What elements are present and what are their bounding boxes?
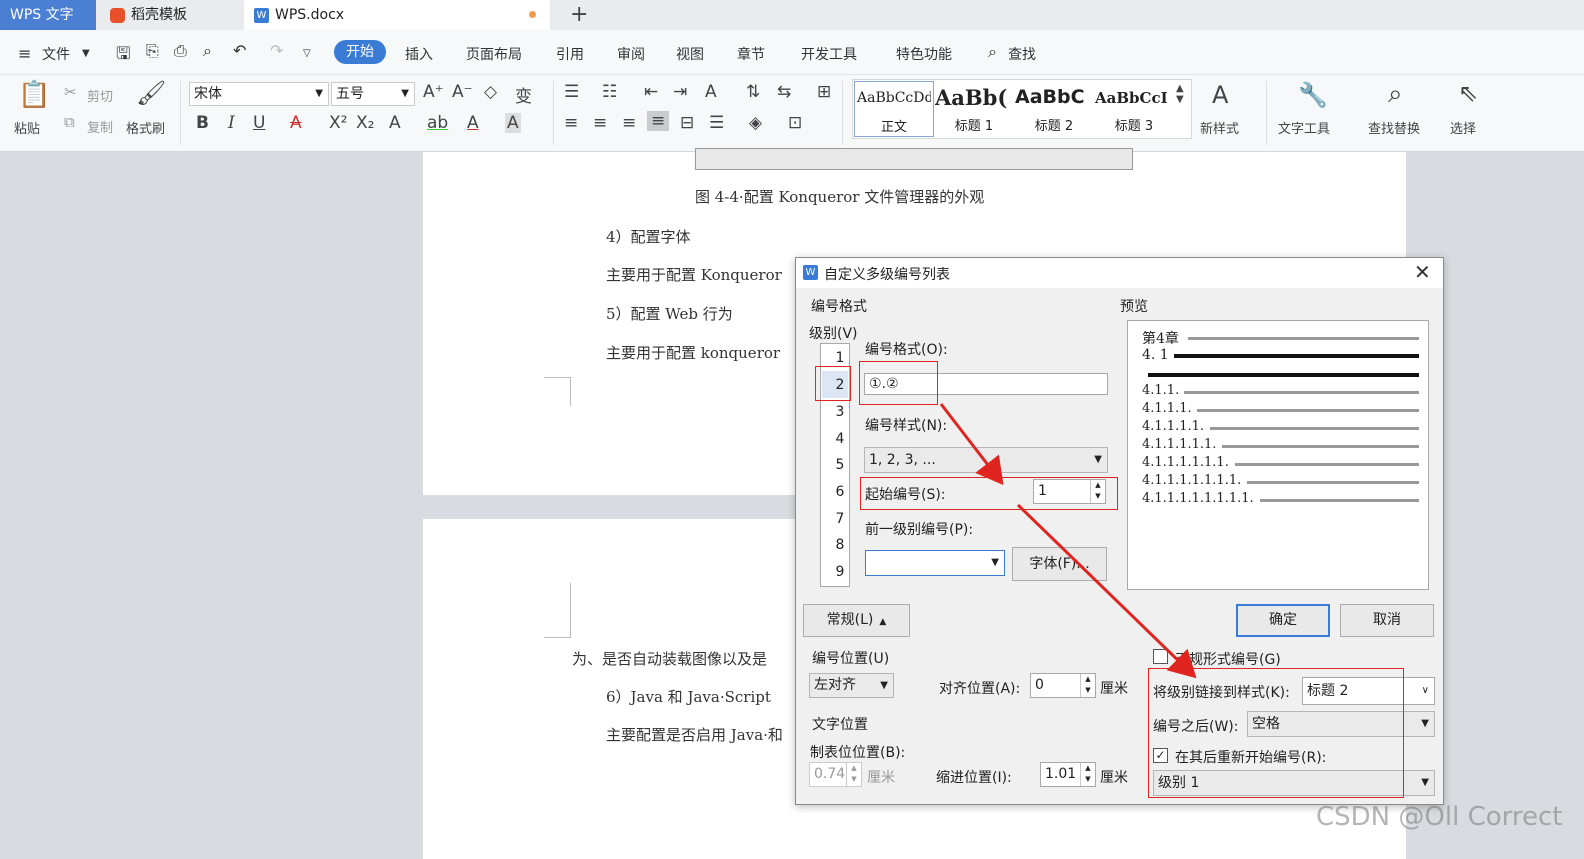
annotation-arrow (1016, 503, 1197, 679)
annotation-arrow (939, 403, 1004, 486)
watermark-text: CSDN @Oll Correct (1316, 802, 1563, 832)
annotation-arrows (939, 403, 1197, 679)
